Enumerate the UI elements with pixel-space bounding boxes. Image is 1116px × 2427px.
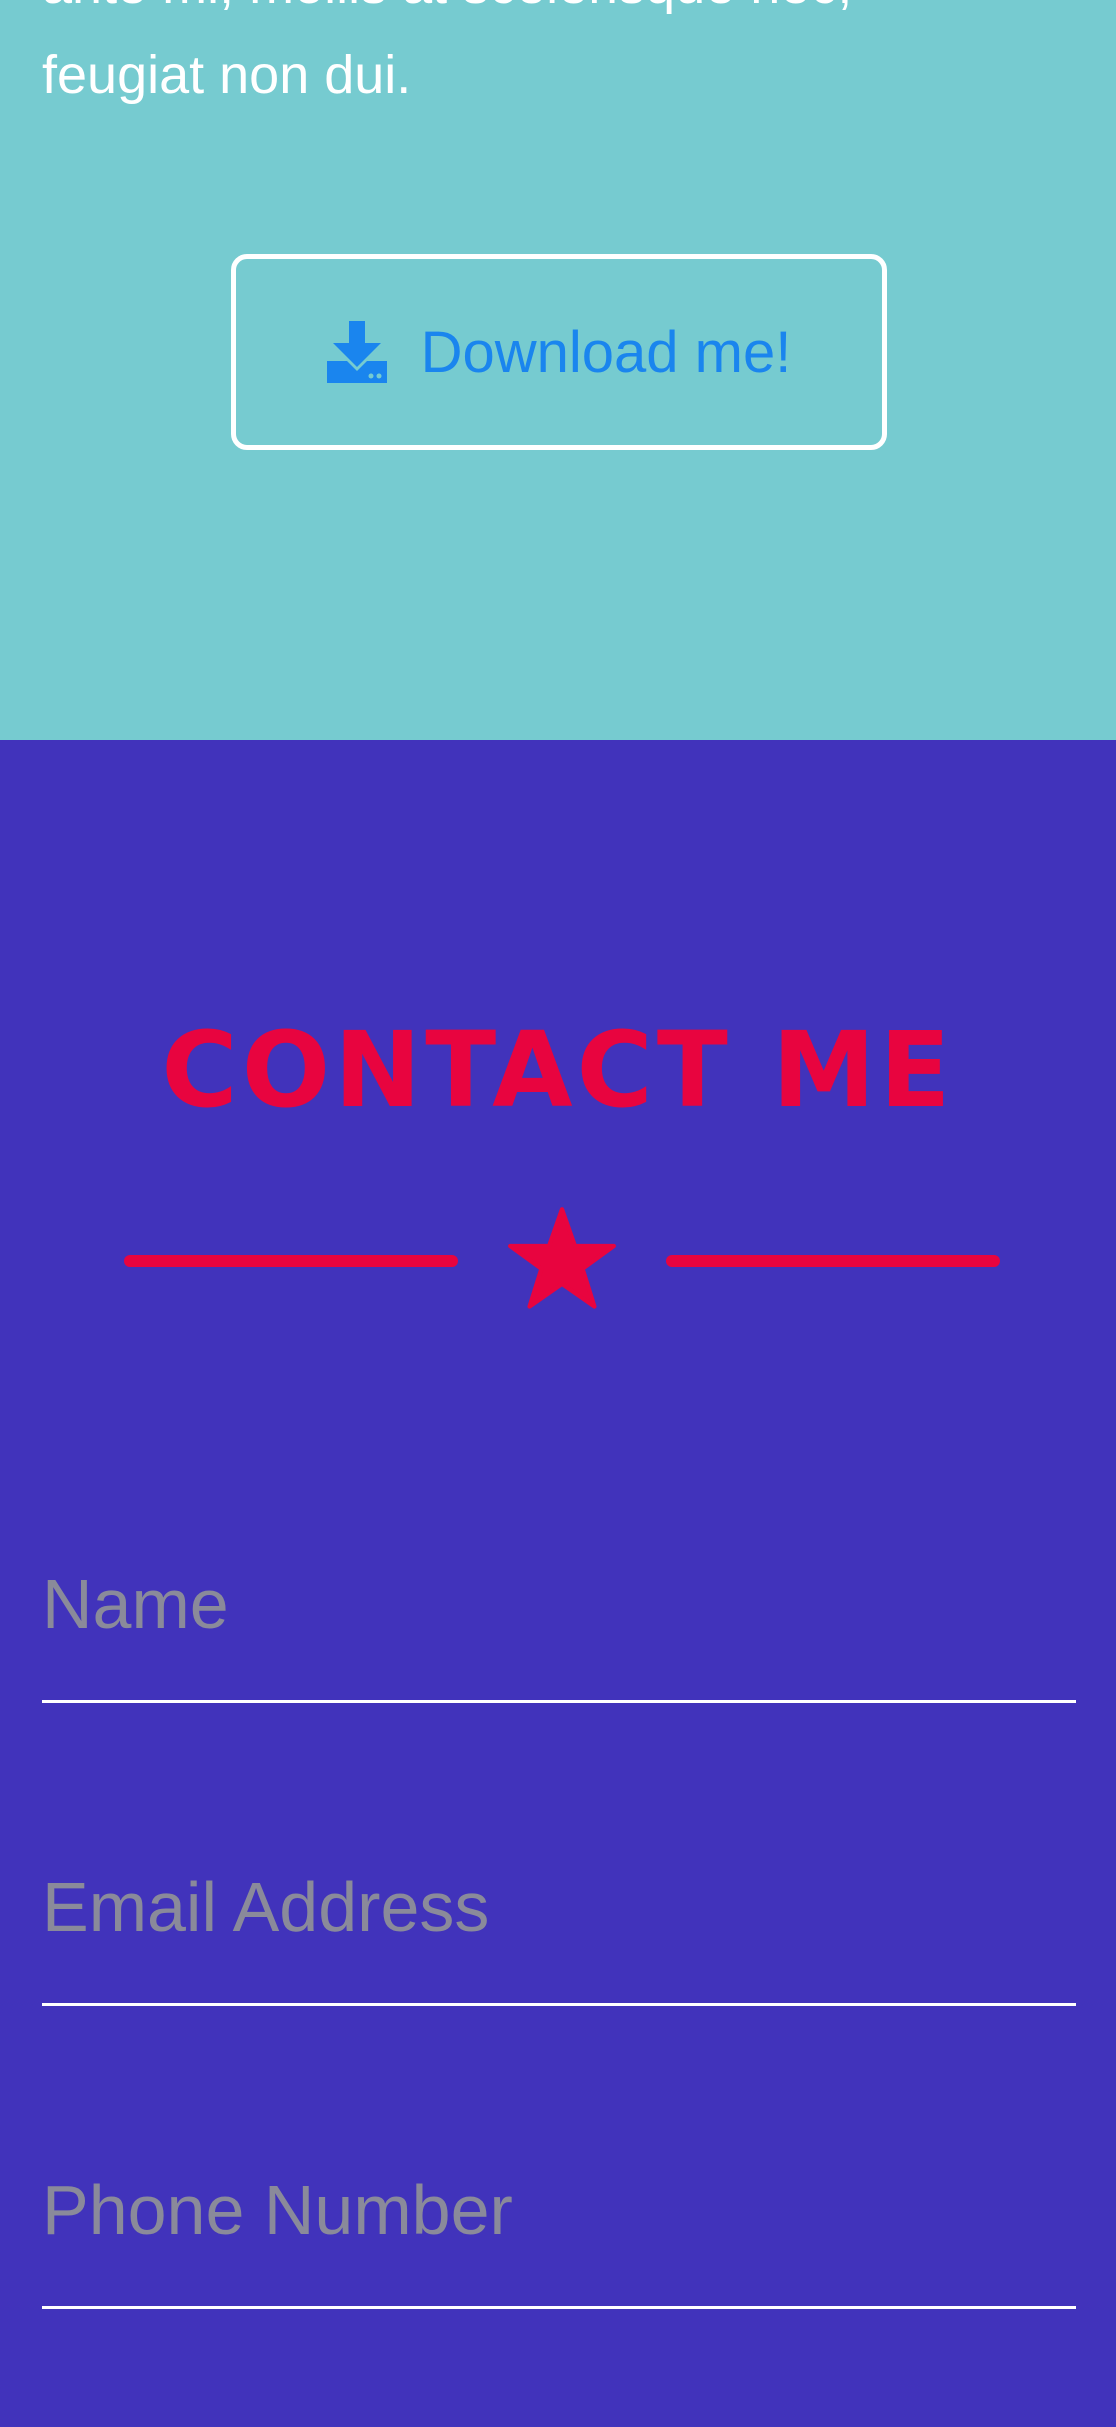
email-input[interactable] — [42, 1843, 1076, 2003]
page: ante mi, mollis at scelerisque nec, feug… — [0, 0, 1116, 2427]
star-icon — [508, 1205, 616, 1313]
phone-input[interactable] — [42, 2146, 1076, 2306]
section-divider — [124, 1205, 1000, 1315]
divider-line-right — [666, 1255, 1000, 1267]
phone-field — [42, 2146, 1076, 2309]
about-text: ante mi, mollis at scelerisque nec, feug… — [42, 0, 1082, 120]
about-text-line: ante mi, mollis at scelerisque nec, — [42, 0, 852, 15]
email-field — [42, 1843, 1076, 2006]
about-section: ante mi, mollis at scelerisque nec, feug… — [0, 0, 1116, 740]
about-text-line: feugiat non dui. — [42, 45, 412, 105]
download-button[interactable]: Download me! — [231, 254, 887, 450]
name-input[interactable] — [42, 1540, 1076, 1700]
name-field — [42, 1540, 1076, 1703]
divider-line-left — [124, 1255, 458, 1267]
download-icon — [326, 321, 387, 383]
contact-title: CONTACT ME — [161, 1009, 955, 1131]
download-button-label: Download me! — [420, 319, 792, 385]
